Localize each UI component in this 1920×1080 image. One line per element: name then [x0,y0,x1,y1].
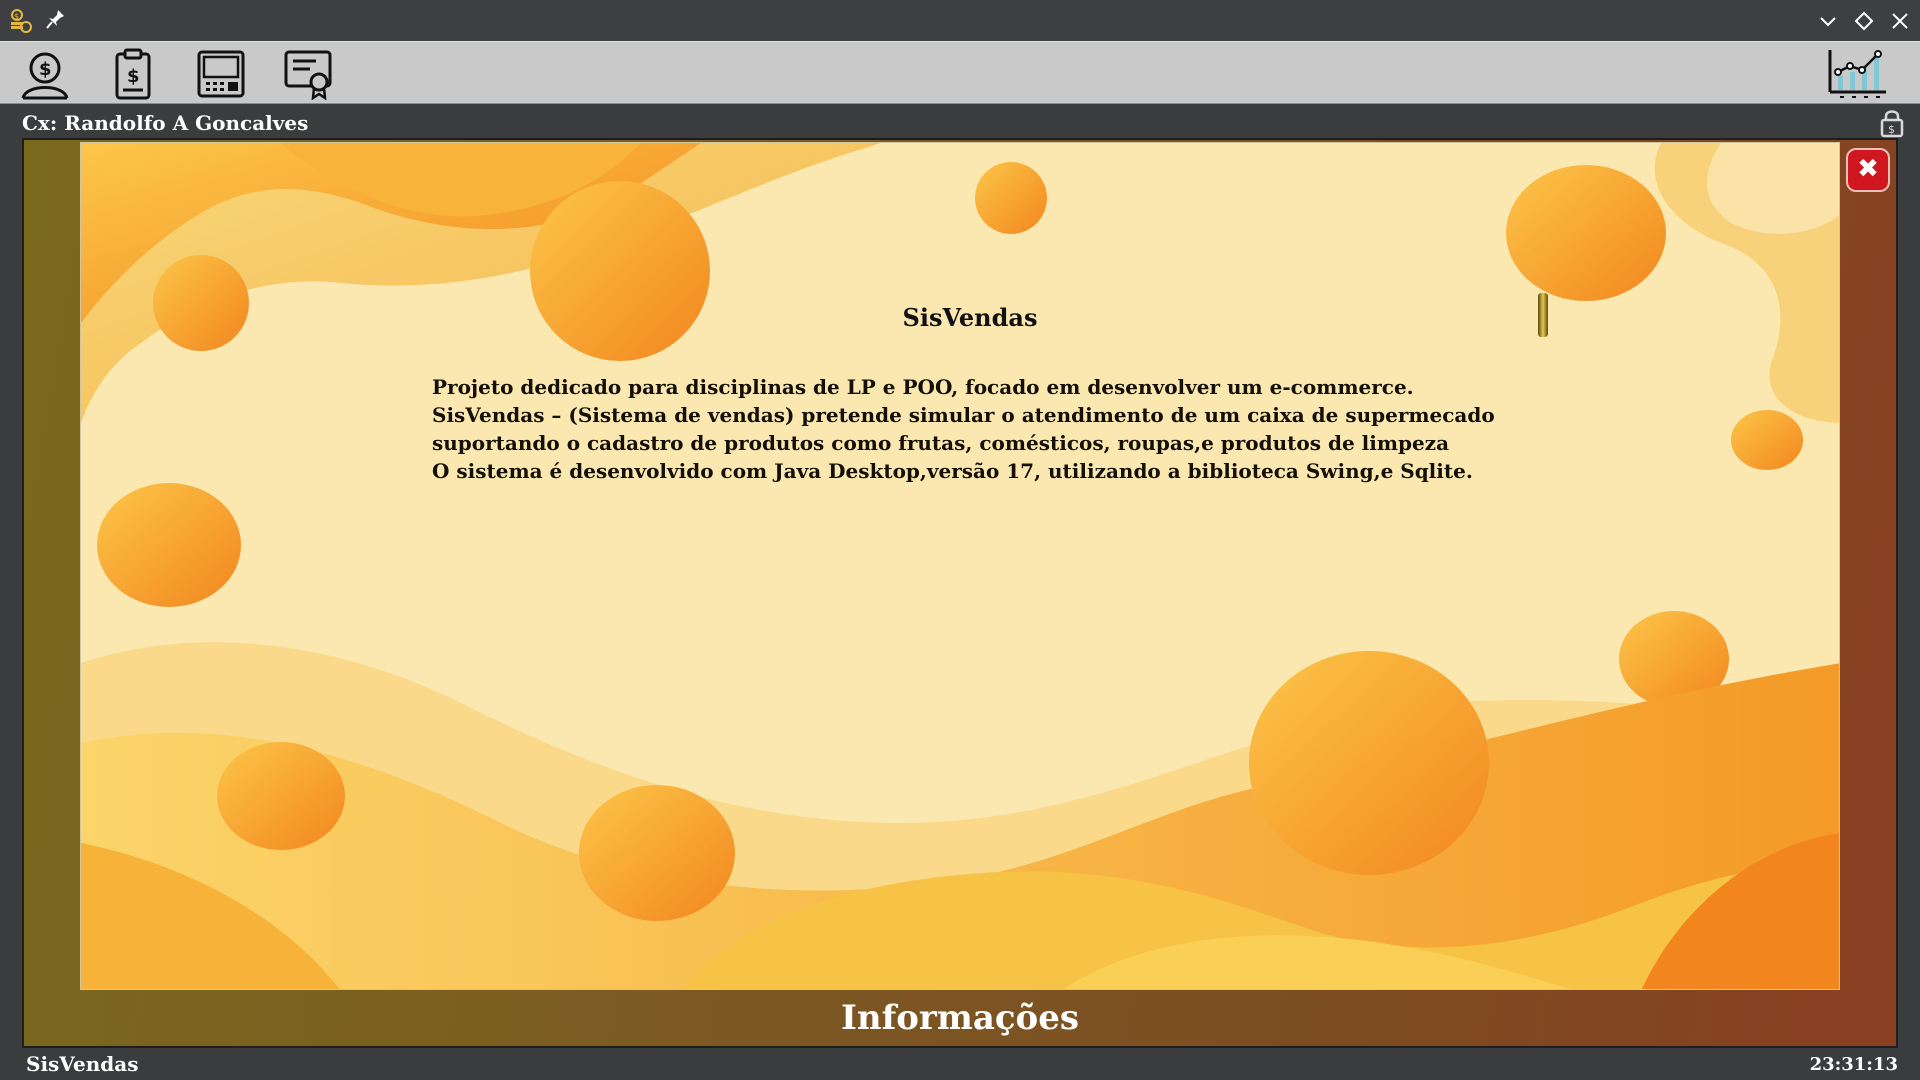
abstract-background [81,143,1839,989]
pin-icon[interactable] [46,8,66,30]
about-panel: SisVendas Projeto dedicado para discipli… [80,142,1840,990]
desktop-pane: SisVendas Projeto dedicado para discipli… [22,138,1898,1048]
cashier-user-icon[interactable]: $ [18,48,72,100]
sales-clipboard-icon[interactable]: $ [106,48,160,100]
close-icon[interactable] [1887,8,1913,34]
panel-caption: Informações [841,998,1079,1038]
close-panel-button[interactable]: ✖ [1846,148,1890,192]
status-app-name: SisVendas [26,1052,139,1076]
about-title: SisVendas [902,303,1038,332]
about-line: Projeto dedicado para disciplinas de LP … [432,375,1414,399]
maximize-icon[interactable] [1851,8,1877,34]
svg-text:$: $ [1888,123,1895,136]
line-chart-icon[interactable] [1826,48,1888,100]
minimize-icon[interactable] [1815,8,1841,34]
about-line: SisVendas – (Sistema de vendas) pretende… [432,403,1495,427]
about-line: O sistema é desenvolvido com Java Deskto… [432,459,1473,483]
svg-text:$: $ [14,12,19,21]
about-description: Projeto dedicado para disciplinas de LP … [432,373,1495,485]
coins-icon: $ [11,9,32,33]
cashier-name-label: Cx: Randolfo A Goncalves [22,111,309,135]
pos-terminal-icon[interactable] [194,48,248,100]
svg-text:$: $ [127,66,140,87]
scroll-thumb[interactable] [1538,293,1548,337]
status-bar: SisVendas 23:31:13 [0,1048,1920,1080]
about-line: suportando o cadastro de produtos como f… [432,431,1450,455]
window-titlebar: $ [0,0,1920,41]
svg-text:$: $ [39,59,52,80]
status-clock: 23:31:13 [1809,1054,1898,1075]
certificate-icon[interactable] [282,48,336,100]
money-lock-icon[interactable]: $ [1878,108,1906,138]
main-toolbar: $ $ [0,41,1920,104]
session-bar: Cx: Randolfo A Goncalves $ [0,104,1920,138]
